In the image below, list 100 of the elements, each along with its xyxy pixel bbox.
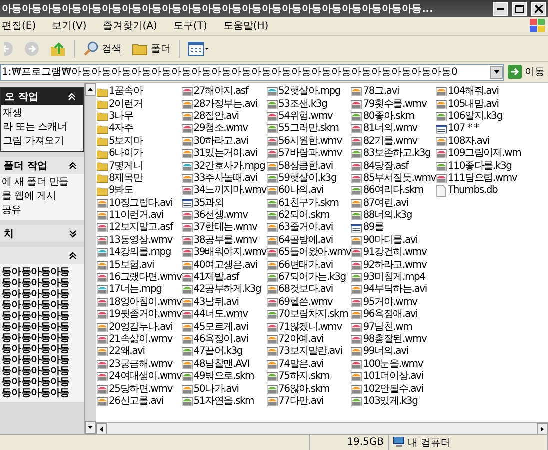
file-name[interactable]: 44너도.wmv (194, 309, 248, 322)
file-name[interactable]: 15보험.avi (109, 260, 154, 272)
views-button[interactable] (186, 42, 212, 56)
menu-item[interactable]: 도움말(H) (223, 19, 269, 33)
file-name[interactable]: 62되어.skm (278, 210, 330, 222)
file-name[interactable]: 18엉아침이.wmv (109, 296, 182, 309)
address-dropdown-button[interactable] (490, 66, 503, 78)
file-name[interactable]: 58상큼한.avi (278, 160, 333, 173)
scroll-down-button[interactable] (85, 421, 96, 434)
menu-item[interactable]: 즐겨찾기(A) (102, 19, 158, 33)
file-name[interactable]: 91강건히.wmv (363, 247, 427, 260)
file-name[interactable]: 2이런거 (109, 98, 143, 111)
file-name[interactable]: 71않겠니.wmv (278, 322, 342, 334)
file-name[interactable]: 19뒷좀거야.wmv (109, 309, 182, 322)
file-name[interactable]: 37한테는.wmv (194, 222, 258, 234)
task-link[interactable]: 에 새 폴더 만들 (2, 177, 82, 189)
file-name[interactable]: 89를 (363, 222, 384, 234)
file-name[interactable]: 57바람과.wmv (278, 148, 342, 160)
file-name[interactable]: 65들어왔아.wmv (278, 247, 352, 260)
file-name[interactable]: 60나의.avi (278, 185, 324, 198)
file-name[interactable]: 10징그럽다.avi (109, 198, 173, 210)
file-name[interactable]: 98총잘된.wmv (363, 334, 427, 346)
file-name[interactable]: 96욕정애.avi (363, 309, 418, 322)
file-name[interactable]: 29청소.wmv (194, 123, 248, 136)
file-name[interactable]: 111담으렴.wmv (448, 172, 518, 185)
file-name[interactable]: 93미칭게.mp4 (363, 272, 426, 284)
file-name[interactable]: 72아예.avi (278, 334, 324, 346)
file-name[interactable]: 11이런거.avi (109, 210, 164, 222)
file-name[interactable]: 20엉감누나.avi (109, 322, 173, 334)
file-name[interactable]: 104해줘.avi (448, 86, 499, 98)
file-name[interactable]: 32간호사가.mpg (194, 160, 266, 173)
file-name[interactable]: 43납뒤.avi (194, 296, 239, 309)
file-name[interactable]: 47끝어.k3g (194, 346, 243, 358)
file-name[interactable]: 42공부하게.k3g (194, 284, 262, 296)
file-name[interactable]: 63줄거야.avi (278, 222, 333, 234)
file-name[interactable]: 40여고생은.avi (194, 260, 258, 272)
file-name[interactable]: 64골방에.avi (278, 234, 333, 247)
file-name[interactable]: 74말은.avi (278, 358, 324, 371)
search-button[interactable]: 검색 (81, 40, 124, 56)
file-name[interactable]: 94부탁하는.avi (363, 284, 427, 296)
file-name[interactable]: 7몇게니 (109, 160, 143, 173)
file-name[interactable]: 69헬쓴.wmv (278, 296, 333, 309)
close-button[interactable] (531, 2, 546, 16)
file-name[interactable]: Thumbs.db (448, 185, 498, 198)
file-name[interactable]: 106알지.k3g (448, 110, 502, 123)
file-name[interactable]: 28가정부는.avi (194, 98, 258, 111)
scroll-up-button[interactable] (85, 83, 96, 96)
file-name[interactable]: 110좋다를.k3g (448, 160, 512, 173)
file-name[interactable]: 78그.avi (363, 86, 400, 98)
file-name[interactable]: 108자.avi (448, 136, 490, 148)
file-name[interactable]: 83보존하고.k3g (363, 148, 431, 160)
go-button[interactable]: 이동 (508, 65, 545, 79)
file-name[interactable]: 5보지마 (109, 136, 143, 148)
file-name[interactable]: 73보지말란.avi (278, 346, 342, 358)
task-link[interactable]: 라 또는 스캐너 (3, 122, 81, 134)
file-name[interactable]: 87여린.avi (363, 198, 408, 210)
file-name[interactable]: 55그러만.skm (278, 123, 339, 136)
file-name[interactable]: 67되어가는.k3g (278, 272, 346, 284)
file-name[interactable]: 75하지.skm (278, 371, 330, 384)
file-name[interactable]: 27해야지.asf (194, 86, 248, 98)
vertical-scrollbar[interactable] (84, 83, 96, 434)
file-name[interactable]: 77다만.avi (278, 396, 324, 408)
horizontal-scrollbar[interactable] (96, 422, 548, 434)
file-name[interactable]: 56시원한.wmv (278, 136, 342, 148)
file-name[interactable]: 84당장.asf (363, 160, 408, 173)
task-link[interactable]: 공유 (2, 205, 82, 217)
file-name[interactable]: 80좋아.skm (363, 110, 414, 123)
file-name[interactable]: 49밖으로.skm (194, 371, 254, 384)
file-name[interactable]: 81너의.wmv (363, 123, 418, 136)
file-name[interactable]: 92하라고.wmv (363, 260, 427, 272)
file-name[interactable]: 76않아.skm (278, 384, 330, 396)
file-name[interactable]: 25당하면.wmv (109, 384, 172, 396)
file-name[interactable]: 41제발.asf (194, 272, 239, 284)
file-name[interactable]: 105내맘.avi (448, 98, 499, 111)
file-name[interactable]: 34느끼지마.wmv (194, 185, 266, 198)
file-name[interactable]: 70보람차지.skm (278, 309, 348, 322)
menu-item[interactable]: 도구(T) (173, 19, 208, 33)
file-name[interactable]: 3나무 (109, 110, 134, 123)
file-name[interactable]: 9봐도 (109, 185, 134, 198)
file-name[interactable]: 31있는거야.avi (194, 148, 258, 160)
file-name[interactable]: 46욕정이.avi (194, 334, 248, 346)
file-name[interactable]: 39배워야지.wmv (194, 247, 266, 260)
file-name[interactable]: 33주사놀때.avi (194, 172, 258, 185)
file-name[interactable]: 23궁금해.wmv (109, 358, 172, 371)
file-name[interactable]: 17너는.mpg (109, 284, 162, 296)
file-name[interactable]: 26신고를.avi (109, 396, 164, 408)
file-name[interactable]: 109그림이제.wm (448, 148, 522, 160)
file-name[interactable]: 35과외 (194, 198, 224, 210)
file-name[interactable]: 101더이상.avi (363, 371, 424, 384)
file-name[interactable]: 107 * * (448, 123, 479, 136)
file-name[interactable]: 36선생.wmv (194, 210, 248, 222)
file-name[interactable]: 88너의.k3g (363, 210, 412, 222)
file-name[interactable]: 14강의를.mpg (109, 247, 172, 260)
maximize-button[interactable] (512, 2, 527, 16)
file-name[interactable]: 24여대생이.wmv (109, 371, 182, 384)
file-name[interactable]: 97남친.wm (363, 322, 412, 334)
file-name[interactable]: 100눈을.wmv (363, 358, 424, 371)
file-name[interactable]: 82기를.wmv (363, 136, 418, 148)
file-name[interactable]: 45모르게.avi (194, 322, 248, 334)
file-name[interactable]: 54위험.wmv (278, 110, 333, 123)
